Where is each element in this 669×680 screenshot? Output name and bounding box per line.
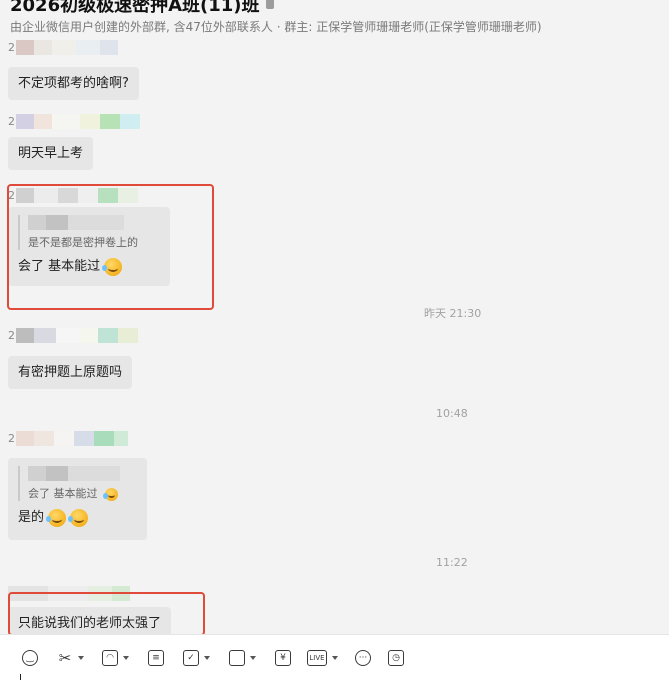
message-text: 明天早上考 — [18, 146, 84, 161]
todo-button[interactable]: ✓ — [183, 648, 210, 668]
emoji-icon: ‿ — [22, 650, 38, 666]
timestamp: 10:48 — [436, 407, 468, 420]
folder-icon — [229, 650, 245, 666]
sender-name[interactable]: 2 — [8, 188, 138, 203]
message-bubble[interactable]: 会了 基本能过 是的 — [8, 458, 147, 540]
chevron-down-icon[interactable] — [78, 656, 84, 660]
sender-name[interactable] — [8, 586, 130, 601]
chat-history-button[interactable]: ◷ — [388, 648, 404, 668]
image-button[interactable]: ◠ — [102, 648, 129, 668]
quoted-message[interactable]: 是不是都是密押卷上的 — [18, 215, 160, 250]
document-button[interactable]: ≡ — [148, 648, 164, 668]
quoted-text: 是不是都是密押卷上的 — [28, 236, 138, 249]
red-packet-icon: ¥ — [275, 650, 291, 666]
message-text: 会了 基本能过 — [18, 259, 101, 274]
laughing-crying-emoji-icon — [103, 487, 118, 501]
document-icon: ≡ — [148, 650, 164, 666]
message-bubble[interactable]: 是不是都是密押卷上的 会了 基本能过 — [8, 207, 170, 286]
red-packet-button[interactable]: ¥ — [275, 648, 291, 668]
image-icon: ◠ — [102, 650, 118, 666]
chat-window: 2026初级极速密押A班(11)班 由企业微信用户创建的外部群, 含47位外部联… — [0, 0, 669, 680]
quoted-sender — [28, 215, 160, 230]
laughing-crying-emoji-icon — [46, 509, 67, 527]
message-text: 不定项都考的啥啊? — [18, 76, 129, 91]
chevron-down-icon[interactable] — [250, 656, 256, 660]
message-bubble[interactable]: 不定项都考的啥啊? — [8, 67, 139, 100]
sender-name[interactable]: 2 — [8, 328, 138, 343]
group-title-text: 2026初级极速密押A班(11)班 — [10, 0, 260, 16]
sender-name[interactable]: 2 — [8, 431, 128, 446]
group-subtitle: 由企业微信用户创建的外部群, 含47位外部联系人 · 群主: 正保学管师珊珊老师… — [10, 20, 542, 34]
sender-name[interactable]: 2 — [8, 40, 118, 55]
emoji-button[interactable]: ‿ — [22, 648, 38, 668]
input-toolbar: ‿ ✂ ◠ ≡ ✓ ¥ LIVE ··· ◷ — [0, 634, 669, 680]
laughing-crying-emoji-icon — [68, 509, 89, 527]
message-text: 有密押题上原题吗 — [18, 365, 123, 380]
live-button[interactable]: LIVE — [307, 648, 338, 668]
quoted-sender — [28, 466, 137, 481]
message-text: 是的 — [18, 510, 45, 525]
chevron-down-icon[interactable] — [332, 656, 338, 660]
chevron-down-icon[interactable] — [204, 656, 210, 660]
more-button[interactable]: ··· — [355, 648, 371, 668]
laughing-crying-emoji-icon — [102, 258, 123, 276]
quoted-message[interactable]: 会了 基本能过 — [18, 466, 137, 501]
message-bubble[interactable]: 明天早上考 — [8, 137, 94, 170]
scissors-icon: ✂ — [58, 648, 72, 667]
checkbox-icon: ✓ — [183, 650, 199, 666]
message-text: 只能说我们的老师太强了 — [18, 616, 162, 631]
text-input-cursor[interactable] — [20, 674, 21, 680]
chevron-down-icon[interactable] — [123, 656, 129, 660]
quoted-text: 会了 基本能过 — [28, 487, 137, 501]
lock-icon — [265, 0, 274, 9]
timestamp: 昨天 21:30 — [424, 307, 482, 320]
history-icon: ◷ — [388, 650, 404, 666]
live-icon: LIVE — [307, 650, 327, 666]
sender-name[interactable]: 2 — [8, 114, 140, 129]
group-title[interactable]: 2026初级极速密押A班(11)班 — [10, 0, 274, 17]
folder-button[interactable] — [229, 648, 256, 668]
screenshot-button[interactable]: ✂ — [57, 648, 84, 668]
message-bubble[interactable]: 有密押题上原题吗 — [8, 356, 133, 389]
more-icon: ··· — [355, 650, 371, 666]
timestamp: 11:22 — [436, 556, 468, 569]
